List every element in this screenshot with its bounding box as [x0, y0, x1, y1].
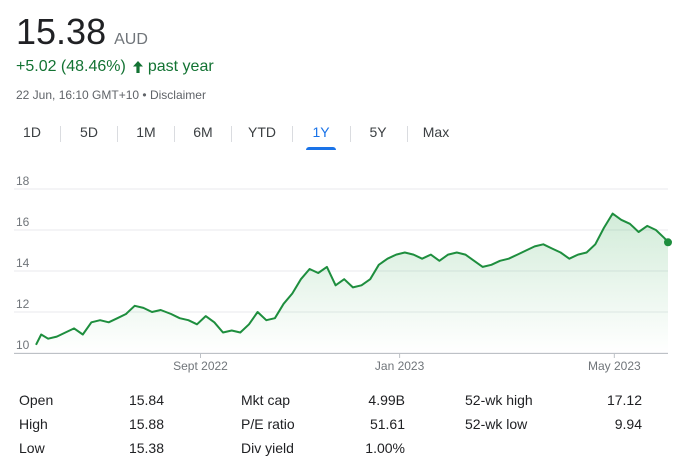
quote-meta: 22 Jun, 16:10 GMT+10 • Disclaimer: [16, 88, 206, 102]
stat-label: P/E ratio: [241, 416, 295, 432]
tab-divider: [350, 126, 351, 142]
arrow-up-icon: [132, 61, 143, 73]
price-chart: 18 16 14 12 10 Sept 2022 Jan 2023 May 2023: [0, 170, 687, 380]
stats-row: Open 15.84 Mkt cap 4.99B 52-wk high 17.12: [0, 392, 687, 416]
price-chart-svg: 18 16 14 12 10 Sept 2022 Jan 2023 May 2023: [14, 174, 672, 373]
price-change-row: +5.02 (48.46%) past year: [16, 58, 214, 76]
tab-ytd[interactable]: YTD: [240, 120, 284, 146]
y-tick-label: 12: [16, 297, 30, 311]
tab-divider: [174, 126, 175, 142]
tab-5y[interactable]: 5Y: [361, 120, 395, 146]
stat-label: Open: [19, 392, 54, 408]
separator-dot: •: [142, 88, 147, 102]
y-tick-label: 14: [16, 256, 30, 270]
stat-value: 4.99B: [368, 392, 405, 408]
y-tick-label: 16: [16, 215, 30, 229]
stat-label: Div yield: [241, 440, 294, 456]
stat-label: Low: [19, 440, 45, 456]
stat-value: 15.84: [128, 392, 164, 408]
tab-1d[interactable]: 1D: [15, 120, 49, 146]
tab-1y[interactable]: 1Y: [304, 120, 338, 150]
stat-label: 52-wk high: [465, 392, 533, 408]
tab-6m[interactable]: 6M: [186, 120, 220, 146]
stat-value: 1.00%: [365, 440, 405, 456]
stat-value: 51.61: [369, 416, 405, 432]
tab-divider: [292, 126, 293, 142]
y-tick-label: 18: [16, 174, 30, 188]
x-tick-label: Jan 2023: [375, 359, 425, 373]
current-price: 15.38: [16, 11, 107, 52]
y-tick-label: 10: [16, 338, 30, 352]
latest-price-dot: [664, 238, 672, 247]
disclaimer-link[interactable]: Disclaimer: [150, 88, 206, 102]
stat-value: 9.94: [614, 416, 642, 432]
tab-divider: [117, 126, 118, 142]
price-change: +5.02 (48.46%): [16, 58, 126, 75]
stat-label: Mkt cap: [241, 392, 291, 408]
stat-value: 15.88: [128, 416, 164, 432]
range-tabs: 1D 5D 1M 6M YTD 1Y 5Y Max: [0, 120, 687, 150]
tab-1m[interactable]: 1M: [129, 120, 163, 146]
stat-label: 52-wk low: [465, 416, 528, 432]
price-area-fill: [36, 213, 668, 353]
stat-label: High: [19, 416, 48, 432]
x-tick-label: Sept 2022: [173, 359, 228, 373]
currency-label: AUD: [114, 31, 148, 48]
tab-max[interactable]: Max: [416, 120, 456, 146]
tab-divider: [407, 126, 408, 142]
x-tick-label: May 2023: [588, 359, 641, 373]
tab-5d[interactable]: 5D: [72, 120, 106, 146]
stats-row: Low 15.38 Div yield 1.00%: [0, 440, 687, 464]
stats-row: High 15.88 P/E ratio 51.61 52-wk low 9.94: [0, 416, 687, 440]
stat-value: 17.12: [606, 392, 642, 408]
change-period: past year: [147, 58, 214, 75]
stat-value: 15.38: [128, 440, 164, 456]
tab-divider: [60, 126, 61, 142]
price-header: 15.38 AUD: [16, 12, 148, 52]
timestamp: 22 Jun, 16:10 GMT+10: [16, 88, 140, 102]
tab-divider: [231, 126, 232, 142]
